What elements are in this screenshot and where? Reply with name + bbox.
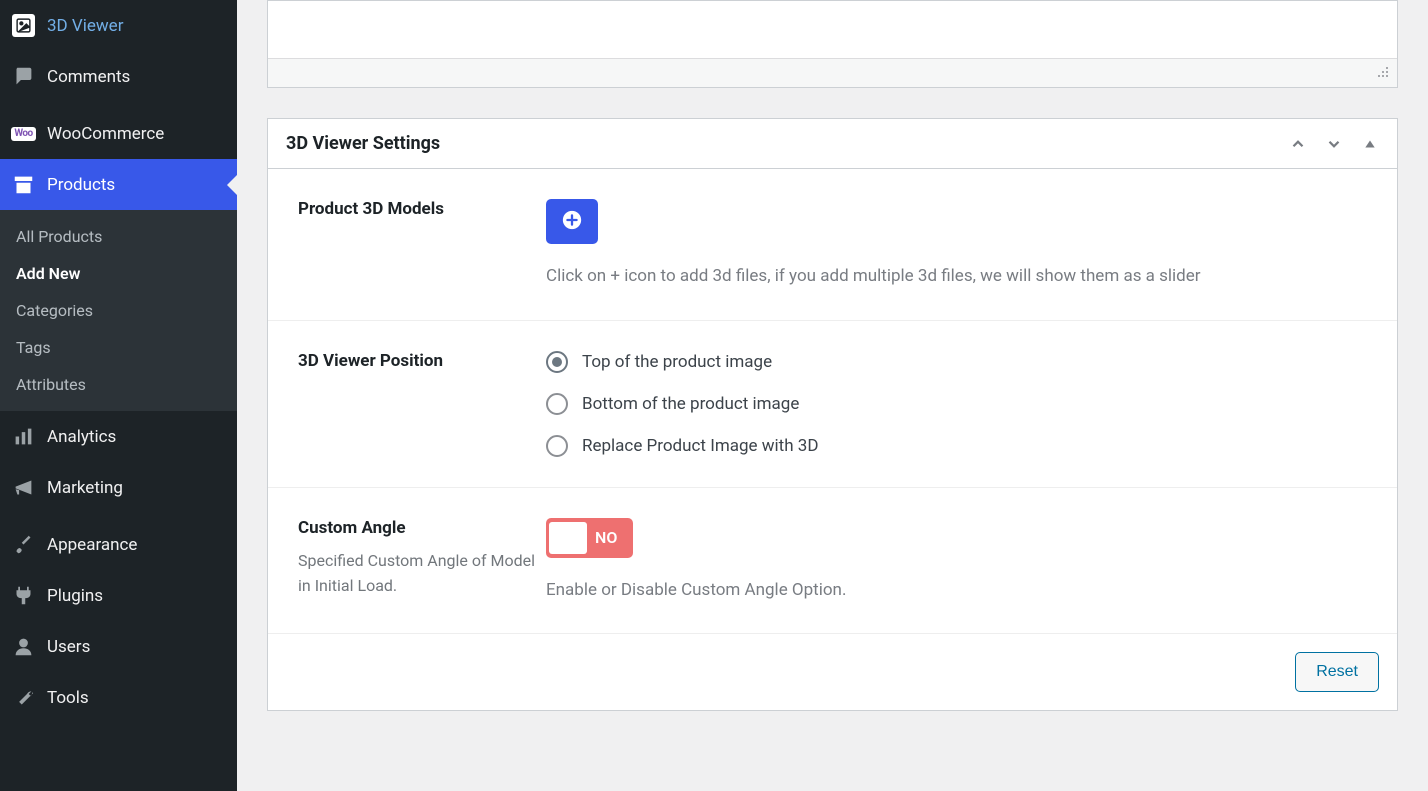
- setting-help-text: Click on + icon to add 3d files, if you …: [546, 264, 1367, 290]
- metabox-title: 3D Viewer Settings: [286, 133, 440, 154]
- setting-row-position: 3D Viewer Position Top of the product im…: [268, 321, 1397, 488]
- sidebar-item-label: Analytics: [47, 427, 116, 447]
- sidebar-item-analytics[interactable]: Analytics: [0, 411, 237, 462]
- sidebar-item-label: Appearance: [47, 535, 137, 555]
- radio-label: Top of the product image: [582, 352, 772, 372]
- sidebar-item-tools[interactable]: Tools: [0, 672, 237, 723]
- radio-icon: [546, 435, 568, 457]
- sidebar-subitem-tags[interactable]: Tags: [0, 329, 237, 366]
- plug-icon: [12, 584, 35, 607]
- sidebar-item-label: Comments: [47, 67, 130, 87]
- setting-label: Custom Angle: [298, 518, 546, 538]
- collapse-icon[interactable]: [1361, 135, 1379, 153]
- add-3d-model-button[interactable]: [546, 199, 598, 244]
- sidebar-subitem-attributes[interactable]: Attributes: [0, 366, 237, 403]
- sidebar-item-3dviewer[interactable]: 3D Viewer: [0, 0, 237, 51]
- toggle-state-label: NO: [595, 528, 617, 547]
- megaphone-icon: [12, 476, 35, 499]
- editor-textarea-box: [267, 0, 1398, 88]
- metabox-header: 3D Viewer Settings: [268, 119, 1397, 169]
- toggle-custom-angle[interactable]: NO: [546, 518, 633, 558]
- setting-help-text: Enable or Disable Custom Angle Option.: [546, 578, 1367, 604]
- radio-label: Replace Product Image with 3D: [582, 436, 819, 456]
- metabox-3d-viewer-settings: 3D Viewer Settings Product 3D Models: [267, 118, 1398, 711]
- sidebar-submenu-products: All Products Add New Categories Tags Att…: [0, 210, 237, 411]
- bar-chart-icon: [12, 425, 35, 448]
- sidebar-item-label: Products: [47, 175, 115, 195]
- woo-icon: Woo: [12, 122, 35, 145]
- setting-row-custom-angle: Custom Angle Specified Custom Angle of M…: [268, 488, 1397, 635]
- brush-icon: [12, 533, 35, 556]
- archive-icon: [12, 173, 35, 196]
- sidebar-item-label: 3D Viewer: [47, 16, 123, 36]
- sidebar-subitem-add-new[interactable]: Add New: [0, 255, 237, 292]
- radio-position-bottom[interactable]: Bottom of the product image: [546, 393, 1367, 415]
- sidebar-item-products[interactable]: Products: [0, 159, 237, 210]
- sidebar-item-comments[interactable]: Comments: [0, 51, 237, 102]
- editor-textarea[interactable]: [268, 1, 1397, 59]
- sidebar-item-label: Plugins: [47, 586, 103, 606]
- user-icon: [12, 635, 35, 658]
- sidebar-item-marketing[interactable]: Marketing: [0, 462, 237, 513]
- metabox-actions: Reset: [268, 634, 1397, 710]
- reset-button[interactable]: Reset: [1295, 652, 1379, 692]
- radio-icon: [546, 351, 568, 373]
- sidebar-item-label: Users: [47, 637, 90, 657]
- move-down-icon[interactable]: [1325, 135, 1343, 153]
- radio-label: Bottom of the product image: [582, 394, 799, 414]
- wrench-icon: [12, 686, 35, 709]
- radio-position-replace[interactable]: Replace Product Image with 3D: [546, 435, 1367, 457]
- sidebar-item-label: Marketing: [47, 478, 123, 498]
- resize-handle-icon[interactable]: [1375, 64, 1389, 82]
- sidebar-item-label: WooCommerce: [47, 124, 164, 144]
- plus-circle-icon: [561, 209, 583, 234]
- move-up-icon[interactable]: [1289, 135, 1307, 153]
- main-content: 3D Viewer Settings Product 3D Models: [237, 0, 1428, 791]
- sidebar-item-appearance[interactable]: Appearance: [0, 519, 237, 570]
- comment-icon: [12, 65, 35, 88]
- setting-label: Product 3D Models: [298, 199, 546, 219]
- image-icon: [12, 14, 35, 37]
- sidebar-subitem-categories[interactable]: Categories: [0, 292, 237, 329]
- sidebar-subitem-all-products[interactable]: All Products: [0, 218, 237, 255]
- sidebar-item-woocommerce[interactable]: Woo WooCommerce: [0, 108, 237, 159]
- radio-position-top[interactable]: Top of the product image: [546, 351, 1367, 373]
- toggle-handle: [549, 522, 587, 554]
- setting-description: Specified Custom Angle of Model in Initi…: [298, 548, 546, 599]
- radio-icon: [546, 393, 568, 415]
- admin-sidebar: 3D Viewer Comments Woo WooCommerce Produ…: [0, 0, 237, 791]
- setting-row-3d-models: Product 3D Models Click on + icon to add…: [268, 169, 1397, 321]
- sidebar-item-plugins[interactable]: Plugins: [0, 570, 237, 621]
- setting-label: 3D Viewer Position: [298, 351, 546, 371]
- sidebar-item-users[interactable]: Users: [0, 621, 237, 672]
- sidebar-item-label: Tools: [47, 688, 89, 708]
